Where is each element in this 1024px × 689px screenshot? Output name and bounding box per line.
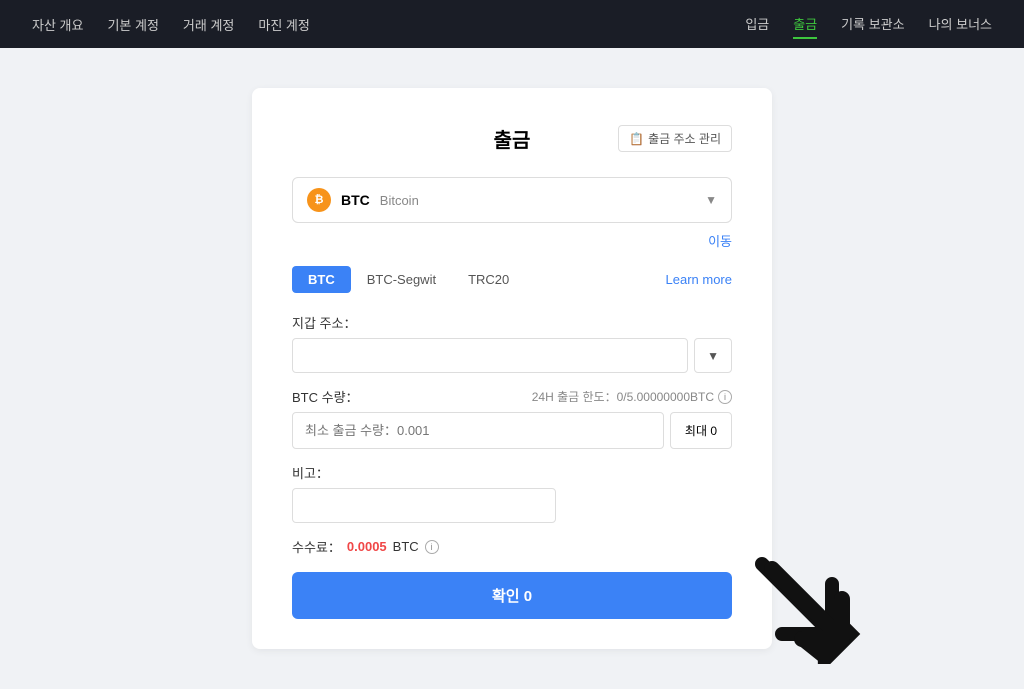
chevron-down-icon: ▼ [705,193,717,207]
fee-label: 수수료： [292,537,341,556]
fee-unit: BTC [393,539,419,554]
fee-info-icon[interactable]: i [425,540,439,554]
fee-value: 0.0005 [347,539,387,554]
coin-info: ₿ BTC Bitcoin [307,188,419,212]
address-input[interactable] [292,338,688,373]
amount-input[interactable] [292,412,664,449]
tab-btc[interactable]: BTC [292,266,351,293]
arrow-overlay [742,554,872,669]
address-label: 지갑 주소： [292,313,732,332]
amount-label-row: BTC 수량： 24H 출금 한도：0/5.00000000BTC i [292,387,732,406]
limit-text: 24H 출금 한도：0/5.00000000BTC [532,388,714,405]
transfer-link[interactable]: 이동 [292,231,732,250]
memo-input[interactable] [292,488,556,523]
amount-row: 최대 0 [292,412,732,449]
nav-right: 입금 출금 기록 보관소 나의 보너스 [745,10,992,39]
arrow-icon [742,554,872,664]
btc-icon: ₿ [307,188,331,212]
confirm-button[interactable]: 확인 0 [292,572,732,619]
nav-margin-account[interactable]: 마진 계정 [258,11,309,38]
nav-left: 자산 개요 기본 계정 거래 계정 마진 계정 [32,11,310,38]
nav-withdraw[interactable]: 출금 [793,10,817,39]
limit-info: 24H 출금 한도：0/5.00000000BTC i [532,388,732,405]
fee-row: 수수료： 0.0005 BTC i [292,537,732,556]
limit-info-icon[interactable]: i [718,390,732,404]
withdraw-card: 출금 📋 출금 주소 관리 ₿ BTC Bitcoin ▼ 이동 BTC BTC… [252,88,772,649]
navbar: 자산 개요 기본 계정 거래 계정 마진 계정 입금 출금 기록 보관소 나의 … [0,0,1024,48]
document-icon: 📋 [629,132,644,146]
address-dropdown-button[interactable]: ▼ [694,338,732,373]
coin-symbol: BTC [341,192,370,208]
address-row: ▼ [292,338,732,373]
main-content: 출금 📋 출금 주소 관리 ₿ BTC Bitcoin ▼ 이동 BTC BTC… [0,48,1024,689]
nav-trade-account[interactable]: 거래 계정 [183,11,234,38]
nav-bonus[interactable]: 나의 보너스 [929,10,992,39]
manage-address-button[interactable]: 📋 출금 주소 관리 [618,125,732,152]
coin-selector[interactable]: ₿ BTC Bitcoin ▼ [292,177,732,223]
tab-btc-segwit[interactable]: BTC-Segwit [351,266,452,293]
coin-name: Bitcoin [380,193,419,208]
title-row: 출금 📋 출금 주소 관리 [292,124,732,153]
page-title: 출금 [439,124,586,153]
network-tabs: BTC BTC-Segwit TRC20 Learn more [292,266,732,293]
tab-trc20[interactable]: TRC20 [452,266,525,293]
learn-more-link[interactable]: Learn more [666,272,732,287]
manage-address-label: 출금 주소 관리 [648,130,721,147]
nav-assets[interactable]: 자산 개요 [32,11,83,38]
nav-deposit[interactable]: 입금 [745,10,769,39]
nav-records[interactable]: 기록 보관소 [841,10,904,39]
memo-label: 비고： [292,463,732,482]
nav-basic-account[interactable]: 기본 계정 [107,11,158,38]
max-button[interactable]: 최대 0 [670,412,732,449]
